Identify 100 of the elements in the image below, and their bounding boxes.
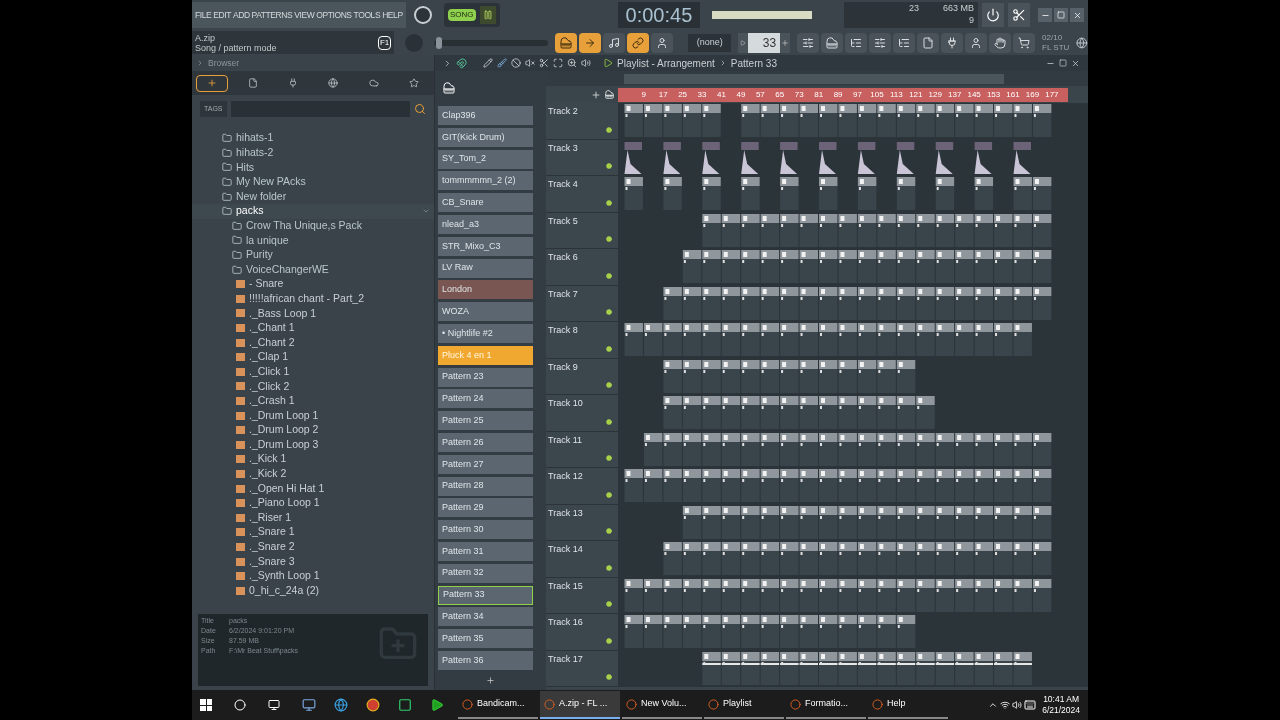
menu-item[interactable]: PATTERNS <box>251 8 293 22</box>
track-header[interactable]: Track 7 <box>546 285 618 321</box>
menu-item[interactable]: EDIT <box>213 8 231 22</box>
sample-item[interactable]: ._Open Hi Hat 1 <box>192 481 434 496</box>
pattern-item[interactable]: London <box>438 280 533 300</box>
pattern-item[interactable]: Pattern 34 <box>438 607 533 627</box>
close-button[interactable] <box>1070 8 1084 22</box>
touch-button[interactable] <box>989 32 1012 53</box>
brush-icon[interactable] <box>497 58 507 68</box>
track-led-icon[interactable] <box>606 491 612 498</box>
track-header[interactable]: Track 10 <box>546 395 618 431</box>
track-led-icon[interactable] <box>606 345 612 352</box>
previous-pattern-button[interactable] <box>738 32 749 53</box>
track-header[interactable]: Track 9 <box>546 358 618 394</box>
tray-chevron-icon[interactable] <box>988 700 999 710</box>
minimize-button[interactable] <box>1038 8 1052 22</box>
folder-item[interactable]: My New PAcks <box>192 174 434 190</box>
close-icon[interactable] <box>1071 58 1080 68</box>
sample-item[interactable]: ._Click 2 <box>192 379 434 394</box>
track-header[interactable]: Track 16 <box>546 614 618 650</box>
pattern-item[interactable]: WOZA <box>438 302 533 322</box>
track-header[interactable]: Track 5 <box>546 212 618 248</box>
track-led-icon[interactable] <box>606 674 612 680</box>
taskbar-app[interactable]: Formatio... <box>786 691 866 719</box>
mixer-button[interactable] <box>869 32 892 53</box>
track-header[interactable]: Track 3 <box>546 139 618 175</box>
track-header[interactable]: Track 17 <box>546 650 618 686</box>
taskbar-app[interactable]: Help <box>868 691 948 719</box>
track-header[interactable]: Track 8 <box>546 322 618 358</box>
pencil-icon[interactable] <box>483 58 493 68</box>
snap-dropdown[interactable]: (none) <box>688 33 732 52</box>
folder-item[interactable]: packs <box>192 203 434 219</box>
pattern-item[interactable]: Pattern 26 <box>438 432 533 452</box>
pattern-item[interactable]: CB_Snare <box>438 193 533 213</box>
task-view-icon[interactable] <box>268 699 280 711</box>
menu-item[interactable]: TOOLS <box>353 8 381 22</box>
pattern-item[interactable]: Pattern 35 <box>438 629 533 649</box>
pattern-item[interactable]: • Nightlife #2 <box>438 323 533 343</box>
track-header[interactable]: Track 15 <box>546 577 618 613</box>
pattern-item[interactable]: tommmmmn_2 (2) <box>438 171 533 191</box>
browser-icon[interactable] <box>334 698 348 712</box>
folder-item[interactable]: Crow Tha Unique,s Pack <box>192 218 434 234</box>
link-button[interactable] <box>627 32 650 53</box>
taskbar-app[interactable]: New Volu... <box>622 691 702 719</box>
folder-item[interactable]: hihats-1 <box>192 131 434 146</box>
track-header[interactable]: Track 13 <box>546 504 618 540</box>
arrow-button[interactable] <box>579 32 602 53</box>
volume-icon[interactable] <box>1012 700 1023 710</box>
pattern-item[interactable]: Pattern 33 <box>438 585 533 605</box>
tools-button[interactable] <box>1008 3 1030 27</box>
track-led-icon[interactable] <box>606 126 612 133</box>
track-led-icon[interactable] <box>606 309 612 315</box>
track-header[interactable]: Track 11 <box>546 431 618 467</box>
globe-icon[interactable] <box>1076 36 1088 49</box>
sample-item[interactable]: - Snare <box>192 276 434 292</box>
sample-item[interactable]: ._Drum Loop 2 <box>192 422 434 438</box>
sample-item[interactable]: ._Chant 1 <box>192 320 434 336</box>
pattern-item[interactable]: Pattern 36 <box>438 650 533 670</box>
track-led-icon[interactable] <box>606 455 612 461</box>
menu-item[interactable]: ADD <box>232 8 250 22</box>
speaker-icon[interactable] <box>581 58 591 68</box>
track-header[interactable]: Track 6 <box>546 249 618 285</box>
pattern-item[interactable]: Pattern 23 <box>438 367 533 387</box>
network-icon[interactable] <box>1000 700 1011 710</box>
pause-button[interactable] <box>479 6 496 24</box>
note-button[interactable] <box>603 32 626 53</box>
sample-item[interactable]: ._Snare 2 <box>192 539 434 555</box>
project-button[interactable] <box>917 32 940 53</box>
app-icon[interactable] <box>302 698 316 712</box>
plugin-button[interactable] <box>941 32 964 53</box>
pattern-item[interactable]: STR_Mixo_C3 <box>438 236 533 256</box>
play-icon[interactable] <box>603 58 613 68</box>
menu-item[interactable]: OPTIONS <box>316 8 352 22</box>
folder-item[interactable]: la unique <box>192 233 434 248</box>
keyboard-icon[interactable] <box>1024 699 1037 711</box>
add-icon[interactable] <box>486 675 495 685</box>
track-led-icon[interactable] <box>606 163 612 169</box>
track-led-icon[interactable] <box>606 418 612 425</box>
sample-item[interactable]: ._Bass Loop 1 <box>192 306 434 321</box>
delete-icon[interactable] <box>511 58 521 68</box>
sample-item[interactable]: ._Kick 2 <box>192 466 434 482</box>
volume-knob[interactable] <box>414 6 432 24</box>
sample-item[interactable]: ._Chant 2 <box>192 335 434 350</box>
search-icon[interactable] <box>234 699 246 711</box>
pattern-item[interactable]: LV Raw <box>438 258 533 278</box>
zoom-icon[interactable] <box>567 58 577 68</box>
sample-item[interactable]: ._Snare 1 <box>192 525 434 540</box>
folder-item[interactable]: VoiceChangerWE <box>192 262 434 277</box>
track-header[interactable]: Track 4 <box>546 176 618 212</box>
track-led-icon[interactable] <box>606 637 612 644</box>
menu-item[interactable]: FILE <box>195 8 212 22</box>
sample-item[interactable]: ._Crash 1 <box>192 393 434 409</box>
pattern-item[interactable]: Pattern 27 <box>438 454 533 474</box>
track-led-icon[interactable] <box>606 199 612 206</box>
menu-item[interactable]: VIEW <box>294 8 315 22</box>
sample-item[interactable]: ._Piano Loop 1 <box>192 495 434 511</box>
sample-item[interactable]: 0_hi_c_24a (2) <box>192 583 434 598</box>
slider-thumb[interactable] <box>435 36 442 49</box>
app-icon[interactable] <box>398 698 412 712</box>
sample-item[interactable]: ._Kick 1 <box>192 452 434 467</box>
